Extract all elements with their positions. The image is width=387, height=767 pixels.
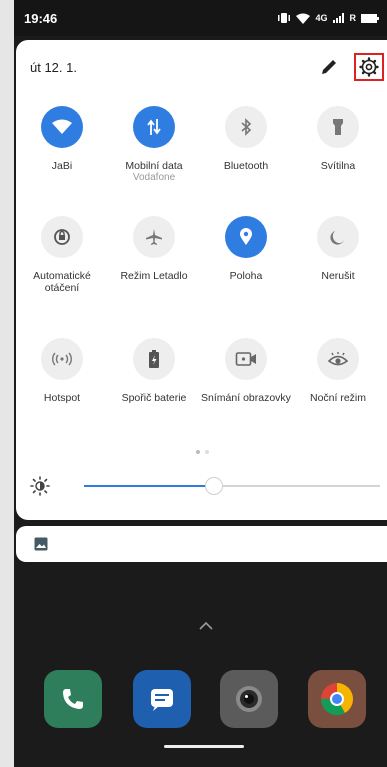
app-dock — [14, 670, 387, 730]
phone-screen: 19:46 4G R út 12. 1. JaBi Mobilní data V… — [14, 0, 387, 767]
tile-battery-saver[interactable]: Spořič baterie — [108, 338, 200, 404]
page-dot — [205, 450, 209, 454]
page-dot-active — [196, 450, 200, 454]
tile-label: Noční režim — [309, 392, 366, 404]
chrome-app-icon[interactable] — [308, 670, 366, 728]
moon-icon — [317, 216, 359, 258]
roaming-indicator: R — [349, 13, 357, 23]
tile-label: Režim Letadlo — [120, 270, 188, 282]
tile-screen-record[interactable]: Snímání obrazovky — [200, 338, 292, 404]
background-edge — [0, 0, 14, 767]
wifi-icon — [41, 106, 83, 148]
brightness-slider-fill — [84, 485, 214, 487]
settings-gear-icon[interactable] — [354, 53, 384, 81]
tile-label: Snímání obrazovky — [201, 392, 291, 404]
tile-label: Svítilna — [320, 160, 356, 172]
location-icon — [225, 216, 267, 258]
tile-wifi[interactable]: JaBi — [16, 106, 108, 172]
tile-label: Poloha — [229, 270, 263, 282]
tile-sublabel: Vodafone — [132, 172, 176, 183]
tile-label: JaBi — [51, 160, 73, 172]
messages-app-icon[interactable] — [133, 670, 191, 728]
quick-settings-panel: út 12. 1. JaBi Mobilní data Vodafone Blu… — [16, 40, 387, 520]
vibrate-icon — [278, 13, 291, 23]
phone-app-icon[interactable] — [44, 670, 102, 728]
tile-label: Mobilní data — [125, 160, 183, 172]
navigation-home-pill[interactable] — [164, 745, 244, 748]
airplane-icon — [133, 216, 175, 258]
tile-bluetooth[interactable]: Bluetooth — [200, 106, 292, 172]
battery-icon — [361, 13, 379, 23]
tile-hotspot[interactable]: Hotspot — [16, 338, 108, 404]
tile-label: Nerušit — [321, 270, 355, 282]
chevron-up-icon[interactable] — [198, 618, 214, 630]
auto-rotate-icon — [41, 216, 83, 258]
flashlight-icon — [317, 106, 359, 148]
tile-location[interactable]: Poloha — [200, 216, 292, 282]
brightness-icon — [30, 476, 50, 496]
tile-label: Spořič baterie — [121, 392, 187, 404]
signal-icon — [332, 13, 344, 23]
hotspot-icon — [41, 338, 83, 380]
notification-card[interactable] — [16, 526, 387, 562]
brightness-slider-thumb[interactable] — [205, 477, 223, 495]
status-icons: 4G R — [277, 13, 379, 24]
brightness-control — [30, 476, 380, 496]
tile-label: Automatické otáčení — [33, 270, 91, 294]
tile-auto-rotate[interactable]: Automatické otáčení — [16, 216, 108, 294]
tile-label: Bluetooth — [223, 160, 269, 172]
battery-saver-icon — [133, 338, 175, 380]
edit-icon[interactable] — [318, 56, 340, 78]
clock: 19:46 — [24, 10, 58, 26]
tile-night-mode[interactable]: Noční režim — [292, 338, 384, 404]
tile-airplane[interactable]: Režim Letadlo — [108, 216, 200, 282]
status-bar: 19:46 4G R — [14, 0, 387, 36]
image-icon — [34, 537, 48, 551]
tile-do-not-disturb[interactable]: Nerušit — [292, 216, 384, 282]
tile-label: Hotspot — [43, 392, 81, 404]
mobile-data-icon — [133, 106, 175, 148]
network-type: 4G — [315, 13, 328, 23]
tile-flashlight[interactable]: Svítilna — [292, 106, 384, 172]
page-indicator — [196, 450, 209, 454]
camera-app-icon[interactable] — [220, 670, 278, 728]
eye-icon — [317, 338, 359, 380]
screen-record-icon — [225, 338, 267, 380]
bluetooth-icon — [225, 106, 267, 148]
tile-mobile-data[interactable]: Mobilní data Vodafone — [108, 106, 200, 184]
date-label: út 12. 1. — [30, 60, 77, 75]
wifi-status-icon — [296, 13, 311, 24]
